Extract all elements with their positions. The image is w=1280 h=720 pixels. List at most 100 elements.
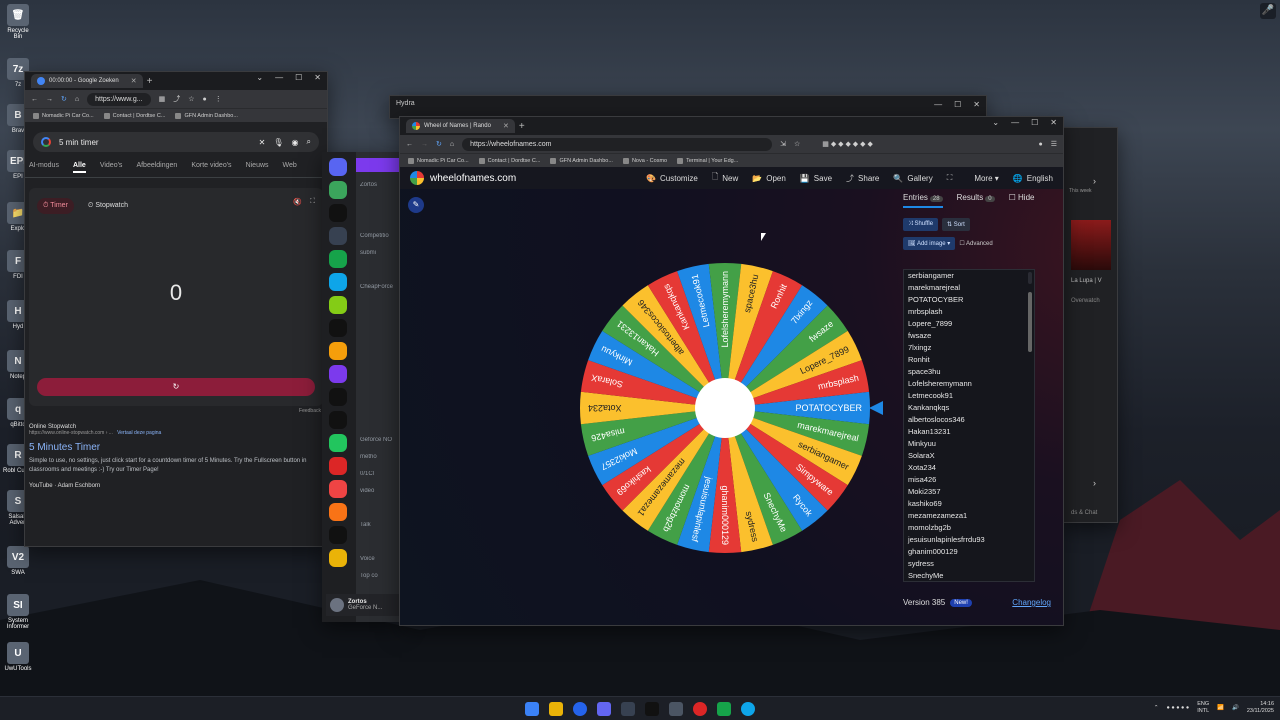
search-tab[interactable]: Alle <box>72 162 86 173</box>
chevron-up-icon[interactable]: ⌃ <box>1154 705 1159 711</box>
back-icon[interactable]: ← <box>31 96 38 103</box>
share-icon[interactable]: ⤴ <box>173 94 180 104</box>
maximize-icon[interactable]: ☐ <box>295 73 302 82</box>
timer-tab[interactable]: ⏱ Timer <box>37 198 74 214</box>
close-icon[interactable]: ✕ <box>314 73 321 82</box>
chevron-right-icon[interactable]: › <box>1093 176 1096 186</box>
microphone-icon[interactable]: 🎤 <box>1260 3 1276 19</box>
fullscreen-icon[interactable]: ⛶ <box>310 198 315 214</box>
results-tab[interactable]: Results 0 <box>957 193 995 208</box>
channel-item[interactable] <box>360 216 400 233</box>
reset-button[interactable]: ↻ <box>37 378 315 396</box>
server-icon[interactable] <box>329 457 347 475</box>
mute-icon[interactable]: 🔇 <box>293 198 302 214</box>
browser-icon[interactable] <box>693 701 707 716</box>
new-tab-icon[interactable]: + <box>519 121 525 132</box>
address-bar[interactable]: https://www.g... <box>87 92 151 106</box>
bookmark-item[interactable]: Contact | Dordtse C... <box>103 112 165 119</box>
server-icon[interactable] <box>329 273 347 291</box>
minimize-icon[interactable]: — <box>934 100 942 109</box>
channel-item[interactable] <box>360 301 400 318</box>
advanced-checkbox[interactable]: ☐ Advanced <box>959 237 992 250</box>
header-menu-item[interactable]: ⛶ <box>947 173 957 183</box>
card-title[interactable]: La Lupa | V <box>1071 278 1115 284</box>
hide-toggle[interactable]: ☐ Hide <box>1009 193 1035 208</box>
bookmark-item[interactable]: Nomadic Pi Car Co... <box>33 112 94 119</box>
search-input[interactable]: 5 min timer <box>59 138 251 147</box>
app-icon[interactable] <box>621 701 635 716</box>
menu-icon[interactable]: ⋮ <box>215 95 222 103</box>
entries-textarea[interactable]: serbiangamer marekmarejreal POTATOCYBER mrb… <box>903 269 1035 582</box>
install-icon[interactable]: ⇲ <box>780 140 786 148</box>
tray-icons[interactable]: ● ● ● ● ● <box>1167 705 1190 711</box>
channel-item[interactable] <box>360 420 400 437</box>
bookmark-item[interactable]: Terminal | Your Edg... <box>677 157 738 164</box>
lens-icon[interactable]: ◉ <box>292 138 299 147</box>
server-icon[interactable] <box>329 158 347 176</box>
game-thumbnail[interactable] <box>1071 220 1111 270</box>
app-icon[interactable] <box>741 701 755 716</box>
back-icon[interactable]: ← <box>406 141 413 148</box>
channel-item[interactable]: submi <box>360 250 400 267</box>
bookmark-icon[interactable]: ☆ <box>794 140 800 148</box>
channel-item[interactable] <box>360 199 400 216</box>
channel-item[interactable] <box>360 539 400 556</box>
chevron-down-icon[interactable]: ⌄ <box>992 118 999 127</box>
server-icon[interactable] <box>329 227 347 245</box>
wheel-of-names-window[interactable]: Wheel of Names | Rando ✕ + ⌄ — ☐ ✕ ← → ↻… <box>399 116 1064 626</box>
server-icon[interactable] <box>329 503 347 521</box>
server-icon[interactable] <box>329 296 347 314</box>
extensions-icon[interactable]: ▦ ◆ ◆ ◆ ◆ ◆ ◆ <box>822 140 873 148</box>
server-icon[interactable] <box>329 365 347 383</box>
home-icon[interactable]: ⌂ <box>75 96 79 103</box>
server-icon[interactable] <box>329 204 347 222</box>
search-icon[interactable]: ⌕ <box>307 137 311 147</box>
channel-item[interactable]: 0/1Cl <box>360 471 400 488</box>
desktop-icon[interactable]: SI System Informer <box>3 594 33 630</box>
forward-icon[interactable]: → <box>46 96 53 103</box>
channel-item[interactable]: Zortos <box>360 182 400 199</box>
header-menu-item[interactable]: ⤴ Share <box>846 173 879 184</box>
clock[interactable]: 14:16 23/11/2025 <box>1247 701 1274 714</box>
channel-item[interactable]: Top co <box>360 573 400 590</box>
channel-item[interactable] <box>360 267 400 284</box>
channel-item[interactable] <box>360 335 400 352</box>
profile-icon[interactable]: ● <box>1038 141 1042 148</box>
server-icon[interactable] <box>329 526 347 544</box>
maximize-icon[interactable]: ☐ <box>1031 118 1038 127</box>
background-window[interactable]: This week La Lupa | V Overwatch ds & Cha… <box>1062 127 1118 523</box>
discord-window[interactable]: Zortos Competitio submi CheapForce Geforce N… <box>322 152 402 622</box>
bookmark-item[interactable]: Contact | Dordtse C... <box>478 157 540 164</box>
next-result[interactable]: YouTube · Adam Eschborn <box>29 483 323 489</box>
add-image-button[interactable]: 🖼 Add image ▾ <box>903 237 956 250</box>
close-icon[interactable]: ✕ <box>1050 118 1057 127</box>
server-icon[interactable] <box>329 181 347 199</box>
bookmark-item[interactable]: Nova - Cosmo <box>622 157 667 164</box>
new-tab-icon[interactable]: + <box>147 76 153 87</box>
server-icon[interactable] <box>329 319 347 337</box>
desktop-icon[interactable]: U UwUTools <box>3 642 33 672</box>
channel-item[interactable]: Competitio <box>360 233 400 250</box>
shuffle-button[interactable]: ⤨ Shuffle <box>903 218 939 231</box>
wifi-icon[interactable]: 📶 <box>1217 705 1224 711</box>
server-icon[interactable] <box>329 549 347 567</box>
language-indicator[interactable]: ENG INTL <box>1197 701 1209 714</box>
wheel-center[interactable] <box>695 378 755 438</box>
stopwatch-tab[interactable]: ⏲ Stopwatch <box>82 198 134 214</box>
channel-item[interactable]: CheapForce <box>360 284 400 301</box>
header-menu-item[interactable]: 🗋 New <box>712 171 738 185</box>
address-bar[interactable]: https://wheelofnames.com <box>462 137 773 151</box>
minimize-icon[interactable]: — <box>1011 118 1019 127</box>
search-box[interactable]: 5 min timer ✕ 🎙 ◉ ⌕ <box>33 132 319 152</box>
chrome-icon[interactable] <box>573 701 587 716</box>
file-explorer-icon[interactable] <box>549 701 563 716</box>
channel-item[interactable] <box>360 505 400 522</box>
channel-item[interactable] <box>360 386 400 403</box>
translate-link[interactable]: Vertaal deze pagina <box>117 430 161 436</box>
search-tab[interactable]: Nieuws <box>246 162 269 173</box>
channel-item[interactable]: Geforce NO <box>360 437 400 454</box>
sort-button[interactable]: ⇅ Sort <box>942 218 970 231</box>
minimize-icon[interactable]: — <box>275 73 283 82</box>
reload-icon[interactable]: ↻ <box>61 95 67 103</box>
start-icon[interactable] <box>525 701 539 716</box>
